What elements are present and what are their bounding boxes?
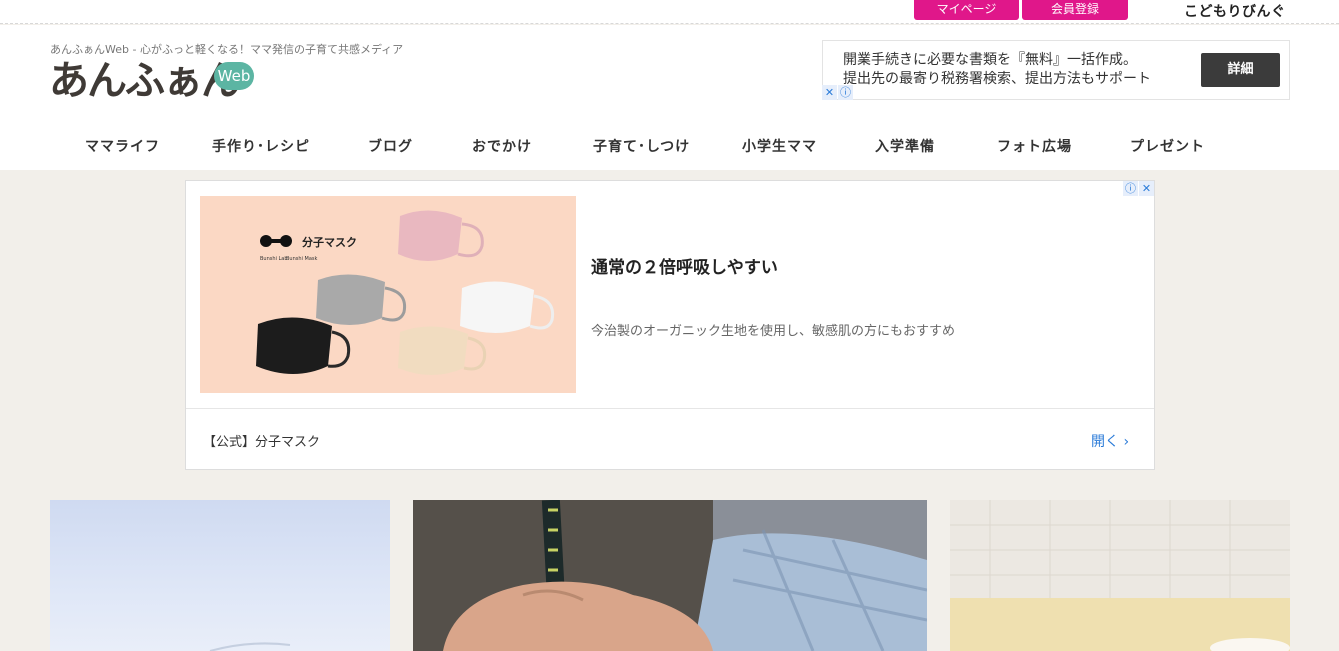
beige-mask-icon — [398, 326, 487, 375]
top-ad-text: 開業手続きに必要な書類を『無料』一括作成。 提出先の最寄り税務署検索、提出方法も… — [843, 51, 1151, 89]
ad-sponsor-name[interactable]: 【公式】分子マスク — [203, 431, 320, 450]
nav-item-handmade-recipe[interactable]: 手作り･レシピ — [212, 136, 310, 156]
article-thumbnail-sky[interactable] — [50, 500, 390, 651]
nav-item-outing[interactable]: おでかけ — [472, 136, 532, 156]
logo-text: あんふぁん — [49, 58, 241, 104]
black-mask-icon — [256, 317, 351, 374]
nav-item-school-prep[interactable]: 入学準備 — [875, 136, 935, 156]
nav-item-elementary-mama[interactable]: 小学生ママ — [742, 136, 817, 156]
main-nav: ママライフ 手作り･レシピ ブログ おでかけ 子育て･しつけ 小学生ママ 入学準… — [0, 128, 1339, 168]
ad-headline[interactable]: 通常の２倍呼吸しやすい — [591, 253, 778, 278]
sky-photo-image — [209, 642, 291, 651]
ad-divider — [186, 408, 1154, 409]
ad-open-button[interactable]: 開く › — [1091, 431, 1129, 451]
tiled-wall-photo-image — [950, 500, 1290, 651]
kodomo-living-link[interactable]: こどもりびんぐ — [1184, 1, 1286, 21]
nav-item-blog[interactable]: ブログ — [368, 136, 413, 156]
top-bar: マイページ 会員登録 こどもりびんぐ — [0, 0, 1339, 24]
top-ad-line1: 開業手続きに必要な書類を『無料』一括作成。 — [843, 52, 1137, 68]
ad-info-icon[interactable]: ⓘ — [838, 85, 853, 100]
logo-web-badge: Web — [214, 62, 254, 90]
signup-button[interactable]: 会員登録 — [1022, 0, 1128, 20]
top-ad-details-button[interactable]: 詳細 — [1201, 53, 1280, 87]
ad-close-icon[interactable]: ✕ — [822, 85, 837, 100]
nav-item-parenting[interactable]: 子育て･しつけ — [593, 136, 690, 156]
top-ad-line2: 提出先の最寄り税務署検索、提出方法もサポート — [843, 71, 1151, 87]
site-tagline: あんふぁんWeb - 心がふっと軽くなる！ママ発信の子育て共感メディア — [50, 43, 404, 56]
pink-mask-icon — [398, 210, 484, 261]
article-thumbnail-writing[interactable] — [413, 500, 927, 651]
white-mask-icon — [460, 281, 555, 333]
site-header: あんふぁんWeb - 心がふっと軽くなる！ママ発信の子育て共感メディア あんふぁ… — [0, 25, 1339, 170]
child-writing-photo-image — [413, 500, 927, 651]
bunshi-logo-icon — [260, 235, 292, 247]
nav-item-mamalife[interactable]: ママライフ — [85, 136, 160, 156]
top-banner-ad[interactable]: 開業手続きに必要な書類を『無料』一括作成。 提出先の最寄り税務署検索、提出方法も… — [822, 40, 1290, 100]
mask-brand-sub1: Bunshi Lab — [260, 256, 288, 262]
native-ad-card[interactable]: ⓘ ✕ 分子マスク Bunshi Lab Bunshi Mask 通常の２倍呼吸… — [185, 180, 1155, 470]
mask-brand-title: 分子マスク — [302, 235, 357, 249]
gray-mask-icon — [316, 274, 407, 325]
nav-item-present[interactable]: プレゼント — [1130, 136, 1205, 156]
ad-description: 今治製のオーガニック生地を使用し、敏感肌の方にもおすすめ — [591, 324, 956, 339]
article-thumbnail-tiles[interactable] — [950, 500, 1290, 651]
mask-product-image[interactable]: 分子マスク Bunshi Lab Bunshi Mask — [200, 196, 576, 393]
nav-item-photo-plaza[interactable]: フォト広場 — [997, 136, 1072, 156]
site-logo[interactable]: あんふぁん Web — [49, 58, 254, 108]
mask-illustration: 分子マスク Bunshi Lab Bunshi Mask — [256, 210, 555, 375]
ad-close-icon[interactable]: ✕ — [1139, 181, 1154, 196]
mask-brand-sub2: Bunshi Mask — [286, 256, 318, 262]
ad-info-icon[interactable]: ⓘ — [1123, 181, 1138, 196]
mypage-button[interactable]: マイページ — [914, 0, 1019, 20]
